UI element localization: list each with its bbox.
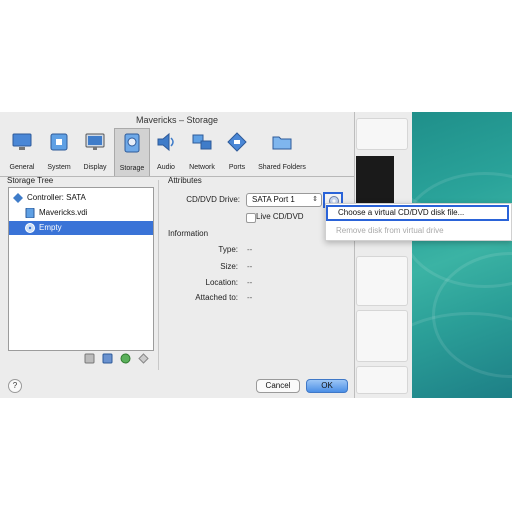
menu-item-choose-disk[interactable]: Choose a virtual CD/DVD disk file... [326, 205, 509, 221]
tab-shared-folders[interactable]: Shared Folders [254, 128, 310, 175]
tab-label: Ports [228, 164, 246, 171]
disk-icon [25, 208, 35, 218]
tab-audio[interactable]: Audio [150, 128, 182, 175]
tree-item-label: Mavericks.vdi [39, 208, 88, 217]
tab-display[interactable]: Display [78, 128, 112, 175]
live-cd-label: Live CD/DVD [256, 212, 304, 221]
tab-general[interactable]: General [4, 128, 40, 175]
background-preview [356, 156, 394, 208]
tab-label: System [47, 164, 71, 171]
info-attached-value: -- [247, 293, 253, 302]
tab-label: Audio [157, 164, 175, 171]
tree-item-label: Controller: SATA [27, 193, 86, 202]
general-icon [12, 133, 32, 150]
live-cd-checkbox[interactable] [246, 213, 256, 223]
tab-label: Storage [119, 165, 145, 172]
add-disk-icon[interactable] [120, 353, 131, 364]
controller-icon [13, 193, 23, 203]
tab-label: Display [83, 164, 107, 171]
cancel-button[interactable]: Cancel [256, 379, 300, 393]
settings-toolbar: General System Display Storage Audio Net… [0, 128, 354, 176]
info-size-value: -- [247, 262, 253, 271]
info-size-label: Size: [220, 262, 238, 271]
tab-ports[interactable]: Ports [222, 128, 252, 175]
tree-item-disk[interactable]: Mavericks.vdi [9, 206, 153, 220]
chevron-updown-icon: ⇕ [312, 196, 318, 203]
help-button[interactable]: ? [8, 379, 22, 393]
storage-tree-title: Storage Tree [7, 176, 54, 185]
ports-icon [227, 132, 247, 152]
info-location-value: -- [247, 278, 253, 287]
tab-network[interactable]: Network [184, 128, 220, 175]
tab-label: General [9, 164, 35, 171]
panel-divider [158, 180, 159, 370]
tree-item-label: Empty [39, 223, 62, 232]
menu-item-remove-disk[interactable]: Remove disk from virtual drive [336, 226, 444, 235]
tab-label: Shared Folders [258, 164, 306, 171]
add-attachment-icon[interactable] [102, 353, 113, 364]
storage-icon [124, 133, 140, 153]
attributes-title: Attributes [168, 176, 202, 185]
system-icon [50, 133, 68, 151]
info-attached-label: Attached to: [195, 293, 238, 302]
tree-item-controller[interactable]: Controller: SATA [9, 191, 153, 205]
tree-item-empty-cd[interactable]: Empty [9, 221, 153, 235]
display-icon [85, 133, 105, 150]
disk-context-menu: Choose a virtual CD/DVD disk file... Rem… [325, 203, 512, 241]
cd-drive-label: CD/DVD Drive: [186, 195, 240, 204]
audio-icon [157, 132, 174, 152]
remove-attachment-icon[interactable] [138, 353, 149, 364]
ok-button[interactable]: OK [306, 379, 348, 393]
background-panel [356, 256, 408, 306]
background-panel [356, 310, 408, 362]
information-title: Information [168, 229, 209, 238]
storage-settings-dialog: Mavericks – Storage General System Displ… [0, 112, 355, 398]
tab-label: Network [189, 164, 215, 171]
cd-icon [25, 223, 35, 233]
background-panel [356, 366, 408, 394]
info-type-value: -- [247, 245, 253, 254]
tab-storage[interactable]: Storage [114, 128, 150, 176]
shared-folders-icon [272, 136, 292, 150]
background-panel [356, 118, 408, 150]
cd-drive-value: SATA Port 1 [252, 195, 295, 204]
info-type-label: Type: [218, 245, 238, 254]
storage-tree[interactable]: Controller: SATA Mavericks.vdi Empty [8, 187, 154, 351]
info-location-label: Location: [205, 278, 238, 287]
tab-system[interactable]: System [42, 128, 76, 175]
window-title: Mavericks – Storage [135, 115, 219, 125]
add-controller-icon[interactable] [84, 353, 95, 364]
desktop-wallpaper [412, 112, 512, 398]
network-icon [192, 134, 212, 150]
cd-drive-select[interactable]: SATA Port 1 ⇕ [246, 193, 322, 207]
